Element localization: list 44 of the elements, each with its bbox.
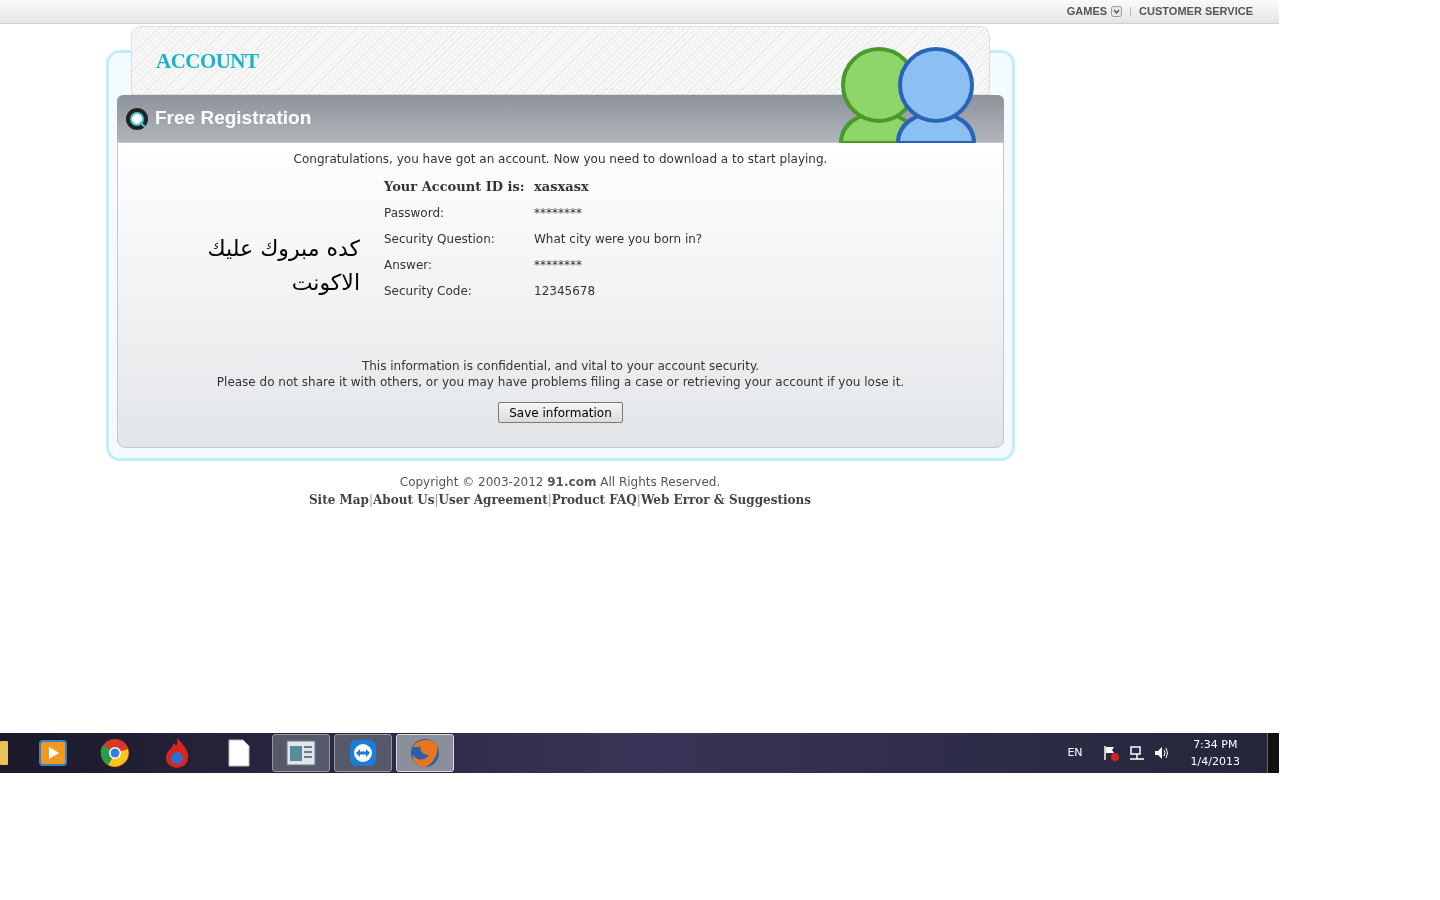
folder-icon: [0, 739, 8, 767]
field-label: Password:: [384, 205, 446, 222]
field-value: ********: [534, 205, 582, 222]
account-title: ACCOUNT: [156, 49, 259, 73]
separator: |: [636, 492, 641, 509]
footer-link[interactable]: Site Map: [308, 491, 369, 509]
nav-link[interactable]: GAMES: [1066, 3, 1123, 20]
field-value: ********: [534, 257, 582, 274]
field-label: Answer:: [384, 257, 434, 274]
field-value: 12345678: [534, 283, 596, 300]
field-value: xasxasx: [534, 178, 589, 197]
language-indicator[interactable]: EN: [1067, 744, 1083, 762]
speaker-icon[interactable]: [1152, 745, 1169, 761]
panel-title: Free Registration: [155, 106, 312, 131]
ring-icon: [100, 738, 130, 768]
flame-icon: [164, 737, 190, 769]
show-desktop-button[interactable]: [1267, 733, 1279, 773]
taskbar-button[interactable]: [334, 734, 392, 772]
save-button[interactable]: Save information: [498, 402, 623, 423]
window-icon: [286, 740, 316, 766]
separator: |: [369, 492, 374, 509]
document-icon: [228, 739, 250, 767]
arabic-note: كده مبروك عليك الاكونت: [206, 235, 360, 297]
field-value: What city were you born in?: [534, 231, 703, 248]
notice-text: Please do not share it with others, or you may have problems filing a case or retrieving your account if you lose it.: [216, 374, 905, 390]
footer-link[interactable]: Product FAQ: [551, 491, 637, 509]
separator: |: [434, 492, 439, 509]
field-label: Security Question:: [384, 231, 496, 248]
separator: |: [547, 492, 552, 509]
field-label: Security Code:: [384, 283, 473, 300]
chevron-icon: [1111, 6, 1123, 17]
intro-text: Congratulations, you have got an account. Now you need to download a to start playing.: [292, 151, 829, 168]
network-icon[interactable]: [1128, 745, 1145, 761]
notice-text: This information is confidential, and vital to your account security.: [361, 358, 760, 374]
field-label: Your Account ID is:: [384, 178, 526, 197]
arrows-icon: [349, 739, 377, 767]
nav-link[interactable]: CUSTOMER SERVICE: [1139, 3, 1253, 20]
clock-date[interactable]: 1/4/2013: [1190, 753, 1240, 770]
footer-link[interactable]: User Agreement: [438, 491, 548, 509]
globe-icon: [409, 737, 441, 769]
play-icon: [39, 740, 67, 766]
clock-time[interactable]: 7:34 PM: [1193, 736, 1238, 753]
copyright-text: Copyright © 2003-2012 91.com All Rights Reserved.: [399, 474, 721, 491]
flag-icon[interactable]: [1102, 745, 1119, 761]
